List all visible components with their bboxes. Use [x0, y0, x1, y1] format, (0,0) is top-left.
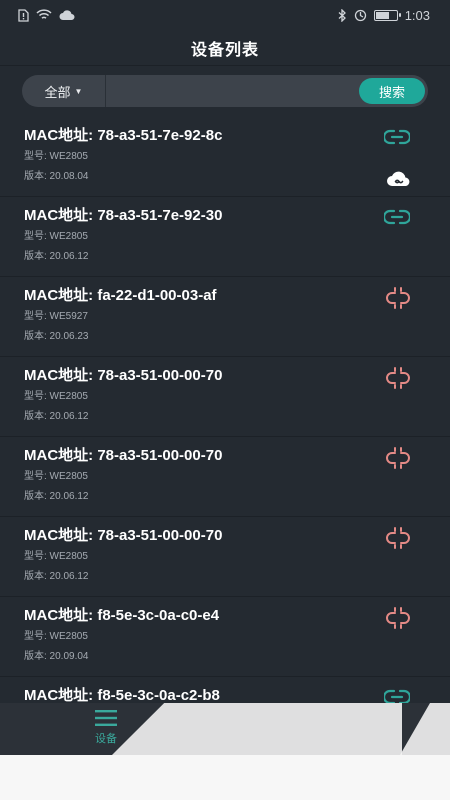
tab-devices-label: 设备 — [95, 733, 117, 745]
bluetooth-icon — [338, 8, 347, 22]
search-input[interactable] — [106, 75, 359, 107]
filter-dropdown[interactable]: 全部 ▼ — [22, 75, 106, 107]
device-version: 版本: 20.08.04 — [24, 171, 89, 182]
battery-fill — [375, 11, 389, 19]
device-version: 版本: 20.06.23 — [24, 331, 89, 342]
device-model: 型号: WE2805 — [24, 391, 88, 402]
unlink-icon[interactable] — [385, 287, 411, 309]
search-button[interactable]: 搜索 — [359, 78, 425, 104]
device-mac: MAC地址: 78-a3-51-00-00-70 — [24, 527, 223, 544]
status-bar: 1:03 — [0, 0, 450, 30]
device-model: 型号: WE2805 — [24, 551, 88, 562]
wifi-icon — [36, 9, 52, 21]
device-model: 型号: WE2805 — [24, 151, 88, 162]
tab-devices[interactable]: 设备 — [86, 709, 126, 746]
device-model: 型号: WE2805 — [24, 631, 88, 642]
unlink-icon[interactable] — [385, 447, 411, 469]
bottom-area — [0, 755, 450, 800]
bottom-overlay-right — [400, 703, 450, 755]
search-bar: 全部 ▼ 搜索 — [22, 75, 428, 107]
page-title: 设备列表 — [190, 41, 259, 59]
cloud-icon[interactable] — [386, 169, 412, 187]
caret-down-icon: ▼ — [74, 86, 83, 96]
device-mac: MAC地址: 78-a3-51-7e-92-30 — [24, 207, 223, 224]
status-right: 1:03 — [338, 8, 430, 23]
unlink-icon[interactable] — [385, 367, 411, 389]
device-mac: MAC地址: 78-a3-51-7e-92-8c — [24, 127, 223, 144]
device-version: 版本: 20.06.12 — [24, 571, 89, 582]
device-item[interactable]: MAC地址: f8-5e-3c-0a-c0-e4 型号: WE2805 版本: 20… — [0, 597, 450, 677]
header: 设备列表 — [0, 30, 450, 66]
device-version: 版本: 20.06.12 — [24, 491, 89, 502]
device-version: 版本: 20.06.12 — [24, 411, 89, 422]
device-model: 型号: WE2805 — [24, 231, 88, 242]
list-icon — [95, 710, 117, 726]
link-icon[interactable] — [382, 209, 412, 225]
device-version: 版本: 20.09.04 — [24, 651, 89, 662]
device-mac: MAC地址: f8-5e-3c-0a-c0-e4 — [24, 607, 220, 624]
bottom-overlay — [112, 703, 402, 755]
filter-label: 全部 — [44, 84, 71, 100]
status-left — [18, 8, 75, 22]
device-item[interactable]: MAC地址: 78-a3-51-00-00-70 型号: WE2805 版本: 20… — [0, 437, 450, 517]
device-item[interactable]: MAC地址: 78-a3-51-7e-92-8c 型号: WE2805 版本: 20… — [0, 117, 450, 197]
device-list[interactable]: MAC地址: 78-a3-51-7e-92-8c 型号: WE2805 版本: 20… — [0, 117, 450, 707]
clock: 1:03 — [404, 7, 430, 23]
sync-icon — [354, 9, 367, 22]
cloud-status-icon — [59, 10, 75, 20]
device-mac: MAC地址: 78-a3-51-00-00-70 — [24, 367, 223, 384]
unlink-icon[interactable] — [385, 527, 411, 549]
sim-warning-icon — [18, 8, 29, 22]
battery-icon — [373, 9, 401, 21]
device-item[interactable]: MAC地址: 78-a3-51-7e-92-30 型号: WE2805 版本: 20… — [0, 197, 450, 277]
device-model: 型号: WE5927 — [24, 311, 88, 322]
device-model: 型号: WE2805 — [24, 471, 88, 482]
unlink-icon[interactable] — [385, 607, 411, 629]
device-item[interactable]: MAC地址: 78-a3-51-00-00-70 型号: WE2805 版本: 20… — [0, 517, 450, 597]
device-item[interactable]: MAC地址: 78-a3-51-00-00-70 型号: WE2805 版本: 20… — [0, 357, 450, 437]
device-version: 版本: 20.06.12 — [24, 251, 89, 262]
device-item[interactable]: MAC地址: fa-22-d1-00-03-af 型号: WE5927 版本: 20… — [0, 277, 450, 357]
device-mac: MAC地址: fa-22-d1-00-03-af — [24, 287, 217, 304]
device-mac: MAC地址: 78-a3-51-00-00-70 — [24, 447, 223, 464]
tab-bar: 设备 — [0, 703, 450, 755]
link-icon[interactable] — [382, 129, 412, 145]
